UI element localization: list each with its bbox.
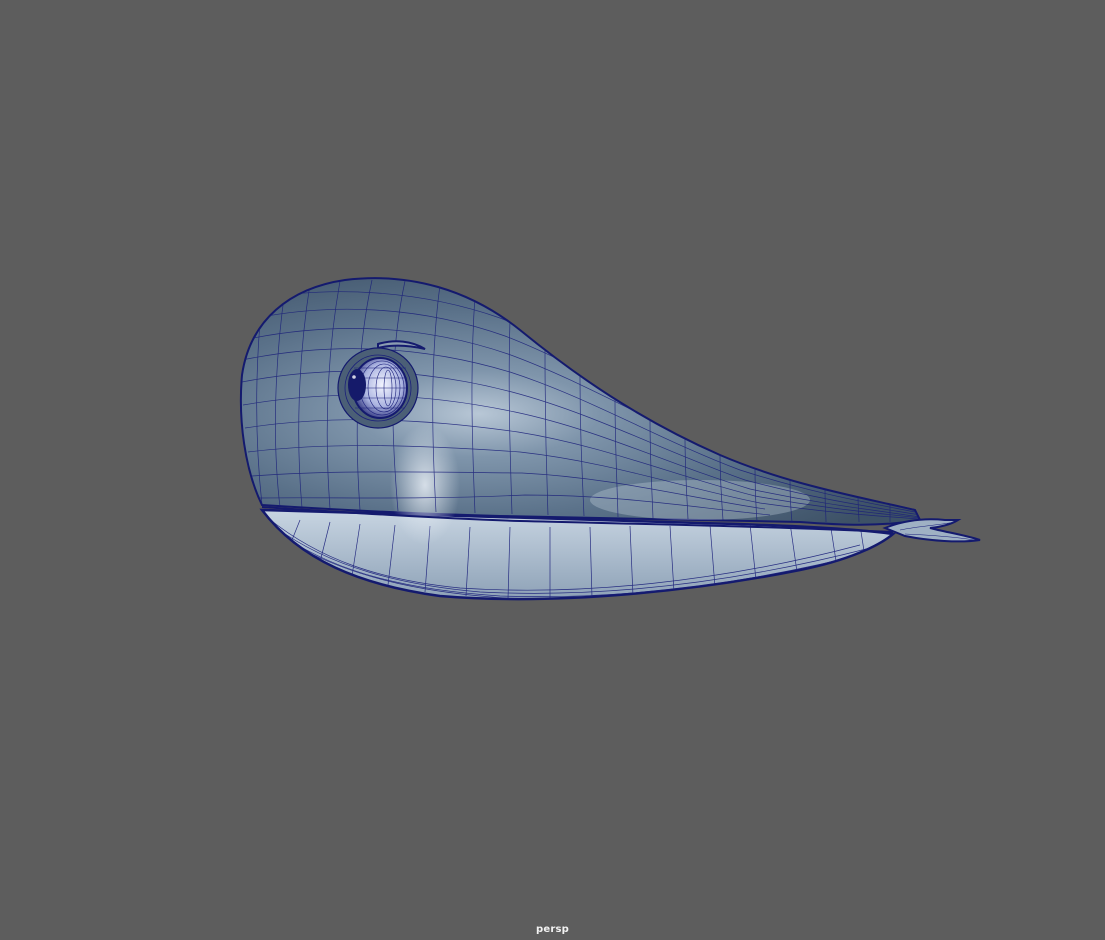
whale-pupil	[348, 369, 366, 401]
whale-body[interactable]	[239, 277, 922, 545]
camera-name-label: persp	[536, 924, 569, 935]
perspective-viewport[interactable]: persp	[0, 0, 1105, 940]
whale-eye[interactable]	[337, 347, 419, 429]
whale-lower-jaw[interactable]	[259, 508, 896, 601]
viewport-canvas[interactable]	[0, 0, 1105, 940]
eye-highlight	[352, 375, 356, 379]
whale-tail-fin[interactable]	[882, 518, 981, 543]
